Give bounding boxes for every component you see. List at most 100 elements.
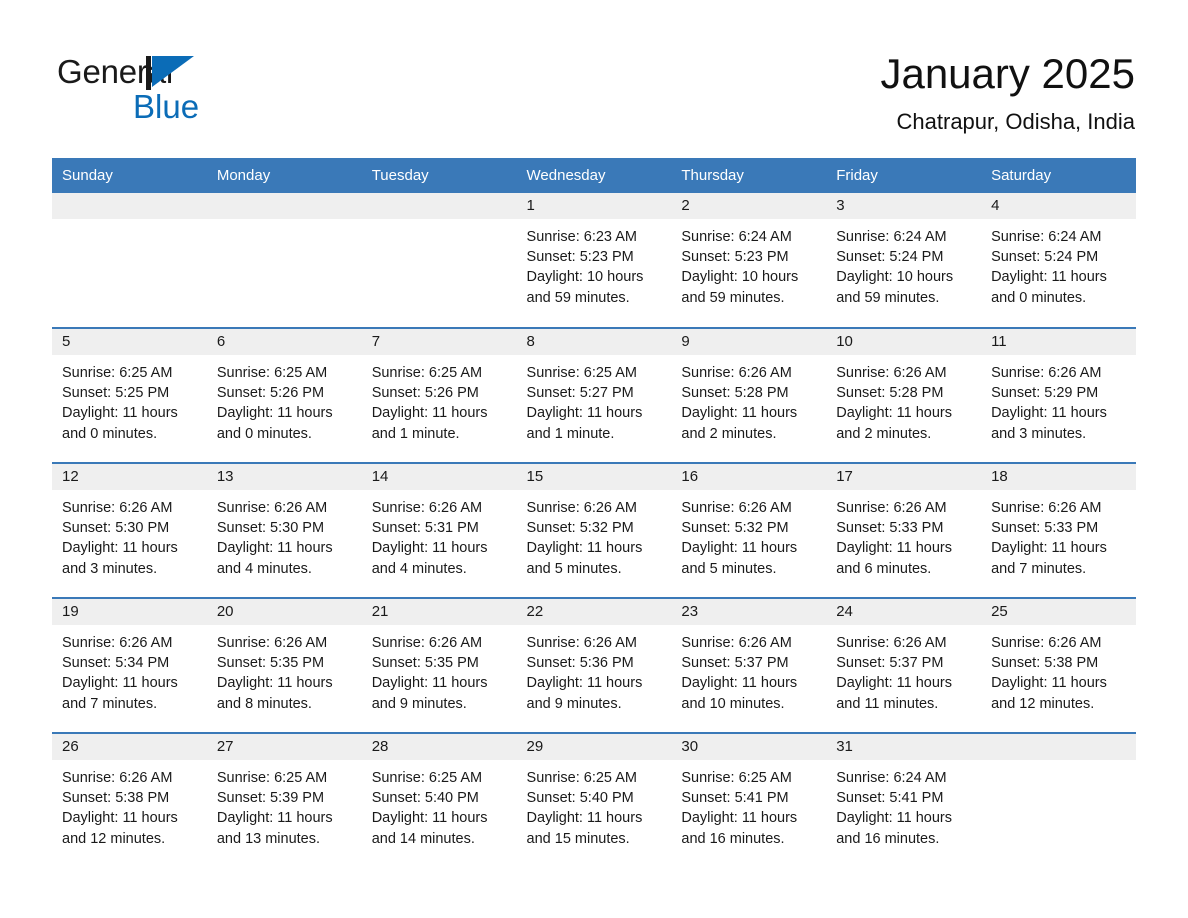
calendar-day-cell[interactable]: 2 Sunrise: 6:24 AM Sunset: 5:23 PM Daylight… [671, 193, 827, 328]
calendar-day-cell[interactable]: 15 Sunrise: 6:26 AM Sunset: 5:32 PM Dayligh… [516, 462, 672, 598]
calendar-day-cell-empty [981, 732, 1136, 868]
sunset-text: Sunset: 5:23 PM [681, 249, 789, 266]
triangle-flag-icon [152, 56, 194, 87]
day-number: 20 [206, 599, 362, 625]
calendar-day-cell[interactable]: 19 Sunrise: 6:26 AM Sunset: 5:34 PM Dayligh… [52, 597, 207, 733]
day-details: Sunrise: 6:25 AM Sunset: 5:41 PM Daylight:… [671, 760, 826, 849]
sunset-text: Sunset: 5:32 PM [681, 520, 789, 537]
sunset-text: Sunset: 5:24 PM [836, 249, 944, 266]
calendar-day-cell[interactable]: 23 Sunrise: 6:26 AM Sunset: 5:37 PM Dayligh… [671, 597, 827, 733]
page-header: General Blue January 2025 Chatrapur, Odi… [0, 0, 1188, 158]
day-number: 7 [361, 329, 517, 355]
sunrise-text: Sunrise: 6:26 AM [681, 500, 792, 516]
day-details: Sunrise: 6:25 AM Sunset: 5:40 PM Daylight:… [517, 760, 672, 849]
day-number: 29 [516, 734, 672, 760]
calendar-day-cell[interactable]: 4 Sunrise: 6:24 AM Sunset: 5:24 PM Daylight… [981, 193, 1136, 328]
day-number: 3 [826, 193, 982, 219]
daylight-text: Daylight: 11 hours and 16 minutes. [681, 810, 798, 847]
calendar-day-cell[interactable]: 1 Sunrise: 6:23 AM Sunset: 5:23 PM Daylight… [516, 193, 672, 328]
calendar-day-cell[interactable]: 21 Sunrise: 6:26 AM Sunset: 5:35 PM Dayligh… [361, 597, 517, 733]
day-details: Sunrise: 6:24 AM Sunset: 5:41 PM Daylight:… [826, 760, 981, 849]
day-number: 27 [206, 734, 362, 760]
day-number: 1 [516, 193, 672, 219]
day-number: 22 [516, 599, 672, 625]
sunrise-text: Sunrise: 6:26 AM [991, 500, 1102, 516]
calendar-day-cell[interactable]: 14 Sunrise: 6:26 AM Sunset: 5:31 PM Dayligh… [361, 462, 517, 598]
sunrise-text: Sunrise: 6:24 AM [991, 229, 1102, 245]
sunrise-text: Sunrise: 6:26 AM [62, 635, 173, 651]
day-details: Sunrise: 6:26 AM Sunset: 5:30 PM Daylight:… [207, 490, 362, 579]
calendar-week-row: 5 Sunrise: 6:25 AM Sunset: 5:25 PM Daylight… [52, 327, 1136, 463]
calendar-day-cell[interactable]: 24 Sunrise: 6:26 AM Sunset: 5:37 PM Dayligh… [826, 597, 982, 733]
sunset-text: Sunset: 5:35 PM [371, 655, 479, 672]
calendar-day-cell[interactable]: 8 Sunrise: 6:25 AM Sunset: 5:27 PM Daylight… [516, 327, 672, 463]
calendar-day-cell[interactable]: 30 Sunrise: 6:25 AM Sunset: 5:41 PM Dayligh… [671, 732, 827, 868]
sunrise-text: Sunrise: 6:25 AM [371, 770, 483, 786]
daylight-text: Daylight: 11 hours and 2 minutes. [836, 405, 953, 442]
calendar-day-cell[interactable]: 3 Sunrise: 6:24 AM Sunset: 5:24 PM Daylight… [826, 193, 982, 328]
sunset-text: Sunset: 5:35 PM [216, 655, 325, 672]
daylight-text: Daylight: 11 hours and 16 minutes. [836, 810, 953, 847]
calendar-day-cell[interactable]: 5 Sunrise: 6:25 AM Sunset: 5:25 PM Daylight… [52, 327, 207, 463]
logo-text-blue: Blue [133, 88, 200, 125]
general-blue-logo[interactable]: General Blue [57, 52, 357, 128]
calendar-day-cell[interactable]: 22 Sunrise: 6:26 AM Sunset: 5:36 PM Dayligh… [516, 597, 672, 733]
calendar-day-cell[interactable]: 26 Sunrise: 6:26 AM Sunset: 5:38 PM Dayligh… [52, 732, 207, 868]
day-number: 24 [826, 599, 982, 625]
day-number: 12 [52, 464, 207, 490]
sunrise-text: Sunrise: 6:25 AM [371, 365, 483, 381]
day-number: 11 [981, 329, 1136, 355]
calendar-day-cell[interactable]: 31 Sunrise: 6:24 AM Sunset: 5:41 PM Dayligh… [826, 732, 982, 868]
daylight-text: Daylight: 11 hours and 0 minutes. [216, 405, 333, 442]
sunset-text: Sunset: 5:38 PM [991, 655, 1099, 672]
day-details: Sunrise: 6:25 AM Sunset: 5:27 PM Daylight:… [517, 355, 672, 444]
day-details: Sunrise: 6:24 AM Sunset: 5:24 PM Daylight:… [826, 219, 981, 308]
sunset-text: Sunset: 5:27 PM [526, 385, 634, 402]
sunset-text: Sunset: 5:26 PM [216, 385, 325, 402]
daylight-text: Daylight: 11 hours and 4 minutes. [216, 540, 333, 577]
day-number: 26 [52, 734, 207, 760]
day-number: 21 [361, 599, 517, 625]
sunset-text: Sunset: 5:31 PM [371, 520, 479, 537]
calendar-day-cell[interactable]: 9 Sunrise: 6:26 AM Sunset: 5:28 PM Daylight… [671, 327, 827, 463]
calendar-day-cell[interactable]: 29 Sunrise: 6:25 AM Sunset: 5:40 PM Dayligh… [516, 732, 672, 868]
day-number: 17 [826, 464, 982, 490]
calendar-day-cell[interactable]: 25 Sunrise: 6:26 AM Sunset: 5:38 PM Dayligh… [981, 597, 1136, 733]
sunset-text: Sunset: 5:30 PM [216, 520, 325, 537]
calendar-day-cell[interactable]: 6 Sunrise: 6:25 AM Sunset: 5:26 PM Daylight… [206, 327, 362, 463]
calendar-day-cell[interactable]: 16 Sunrise: 6:26 AM Sunset: 5:32 PM Dayligh… [671, 462, 827, 598]
month-calendar: Sunday Monday Tuesday Wednesday Thursday… [52, 158, 1136, 868]
day-details: Sunrise: 6:26 AM Sunset: 5:34 PM Daylight:… [52, 625, 207, 714]
daylight-text: Daylight: 11 hours and 15 minutes. [526, 810, 643, 847]
calendar-day-cell[interactable]: 17 Sunrise: 6:26 AM Sunset: 5:33 PM Dayligh… [826, 462, 982, 598]
calendar-day-cell[interactable]: 28 Sunrise: 6:25 AM Sunset: 5:40 PM Dayligh… [361, 732, 517, 868]
daylight-text: Daylight: 11 hours and 11 minutes. [836, 675, 953, 712]
sunset-text: Sunset: 5:38 PM [62, 790, 170, 807]
sunrise-text: Sunrise: 6:25 AM [62, 365, 173, 381]
calendar-day-cell[interactable]: 18 Sunrise: 6:26 AM Sunset: 5:33 PM Dayligh… [981, 462, 1136, 598]
day-number: 25 [981, 599, 1136, 625]
sunrise-text: Sunrise: 6:24 AM [836, 229, 947, 245]
day-details: Sunrise: 6:25 AM Sunset: 5:26 PM Daylight:… [362, 355, 517, 444]
sunset-text: Sunset: 5:24 PM [991, 249, 1099, 266]
calendar-day-cell[interactable]: 10 Sunrise: 6:26 AM Sunset: 5:28 PM Dayligh… [826, 327, 982, 463]
calendar-week-row: 19 Sunrise: 6:26 AM Sunset: 5:34 PM Dayligh… [52, 597, 1136, 733]
calendar-day-cell[interactable]: 12 Sunrise: 6:26 AM Sunset: 5:30 PM Dayligh… [52, 462, 207, 598]
day-number: 15 [516, 464, 672, 490]
calendar-day-cell[interactable]: 11 Sunrise: 6:26 AM Sunset: 5:29 PM Dayligh… [981, 327, 1136, 463]
calendar-day-cell-empty [206, 193, 362, 328]
sunrise-text: Sunrise: 6:25 AM [526, 770, 637, 786]
day-details: Sunrise: 6:25 AM Sunset: 5:25 PM Daylight:… [52, 355, 207, 444]
day-details: Sunrise: 6:26 AM Sunset: 5:38 PM Daylight:… [981, 625, 1136, 714]
calendar-day-cell[interactable]: 27 Sunrise: 6:25 AM Sunset: 5:39 PM Dayligh… [206, 732, 362, 868]
day-details: Sunrise: 6:25 AM Sunset: 5:40 PM Daylight:… [362, 760, 517, 849]
daylight-text: Daylight: 11 hours and 3 minutes. [991, 405, 1107, 442]
calendar-day-cell[interactable]: 7 Sunrise: 6:25 AM Sunset: 5:26 PM Daylight… [361, 327, 517, 463]
sunrise-text: Sunrise: 6:26 AM [216, 500, 328, 516]
day-details: Sunrise: 6:26 AM Sunset: 5:30 PM Daylight:… [52, 490, 207, 579]
calendar-day-cell[interactable]: 13 Sunrise: 6:26 AM Sunset: 5:30 PM Dayligh… [206, 462, 362, 598]
weekday-header-friday: Friday [826, 158, 982, 193]
day-number [206, 193, 362, 219]
calendar-day-cell[interactable]: 20 Sunrise: 6:26 AM Sunset: 5:35 PM Dayligh… [206, 597, 362, 733]
daylight-text: Daylight: 11 hours and 1 minute. [526, 405, 643, 442]
